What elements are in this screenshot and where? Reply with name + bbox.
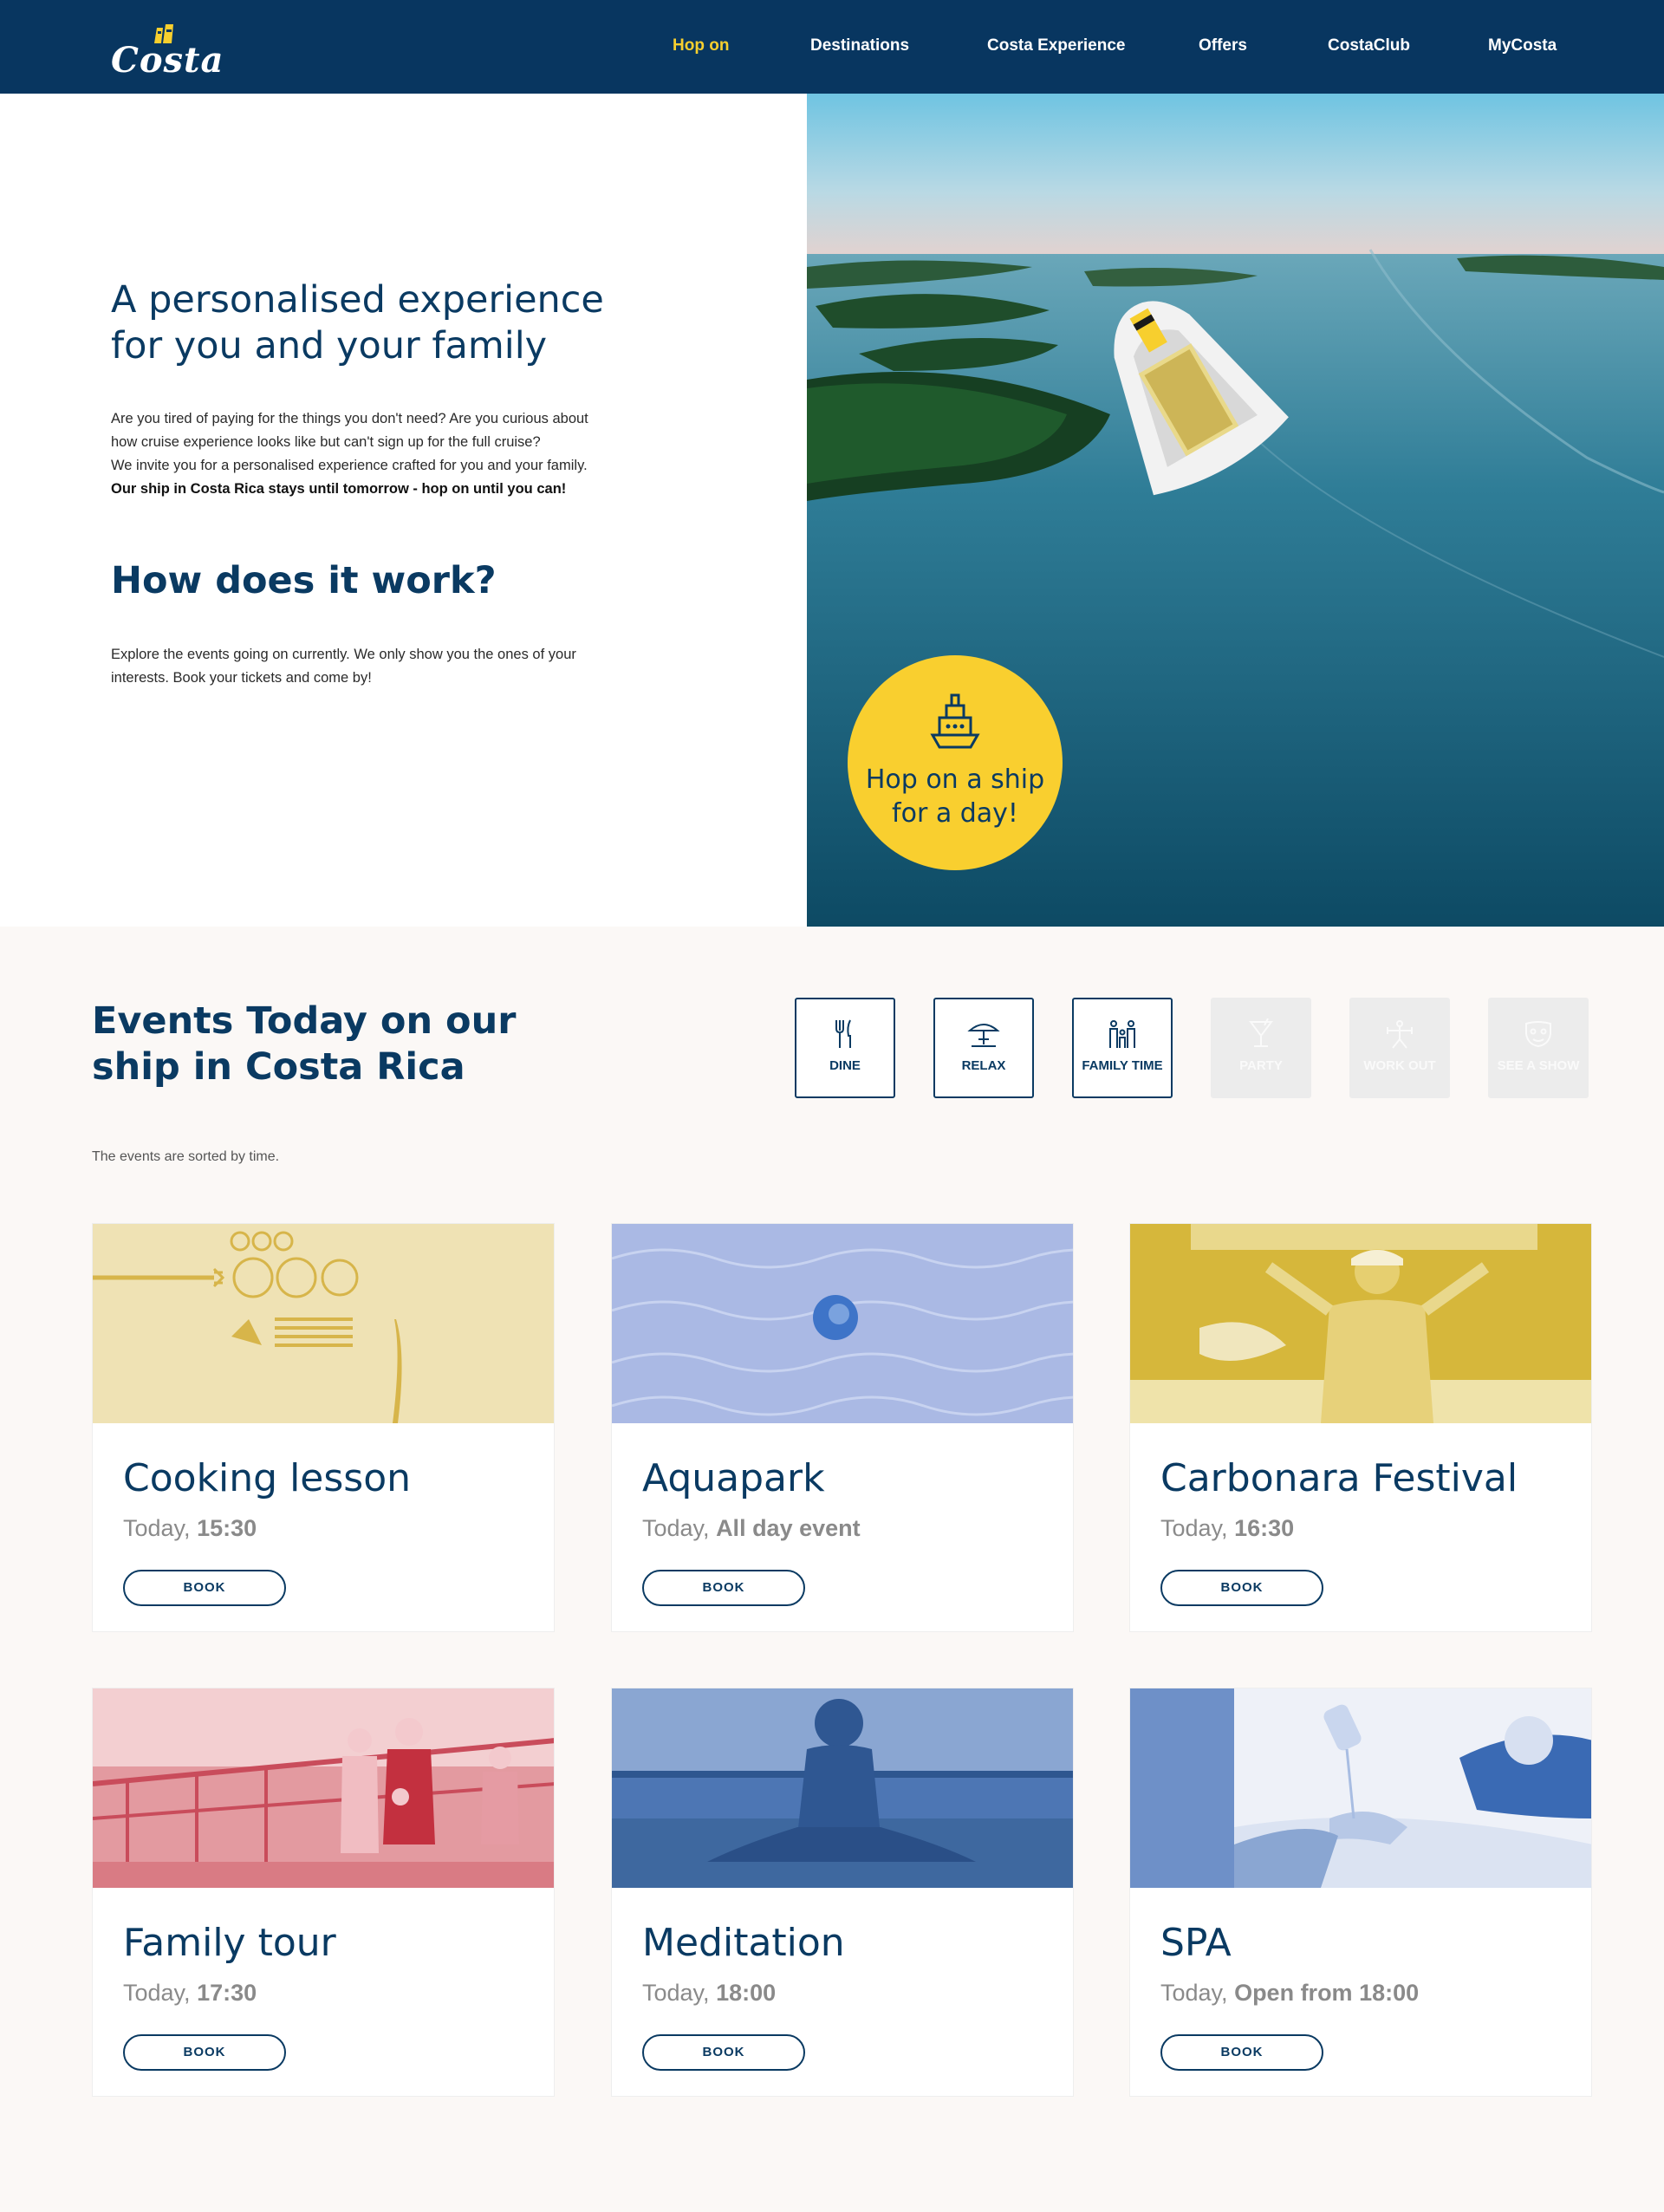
event-card-meditation: Meditation Today, 18:00 BOOK (611, 1688, 1074, 2097)
card-day: Today, (123, 1980, 198, 2006)
card-image (1130, 1224, 1591, 1423)
card-time: Today, 17:30 (123, 1980, 257, 2007)
event-card-aquapark: Aquapark Today, All day event BOOK (611, 1223, 1074, 1632)
book-button[interactable]: BOOK (642, 2034, 805, 2071)
filter-relax[interactable]: RELAX (933, 998, 1034, 1098)
book-button[interactable]: BOOK (1160, 1570, 1323, 1606)
badge-text: Hop on a ship for a day! (865, 764, 1045, 829)
event-card-spa: SPA Today, Open from 18:00 BOOK (1129, 1688, 1592, 2097)
hero-intro-bold: Our ship in Costa Rica stays until tomor… (111, 478, 631, 501)
card-time: Today, 15:30 (123, 1515, 257, 1542)
hero-intro-bold-text: Our ship in Costa Rica stays until tomor… (111, 481, 567, 497)
card-image (93, 1688, 554, 1888)
umbrella-icon (967, 1024, 1000, 1047)
book-button[interactable]: BOOK (123, 1570, 286, 1606)
nav-hop-on[interactable]: Hop on (673, 36, 729, 55)
hero-intro-line: how cruise experience looks like but can… (111, 434, 541, 450)
how-it-works-text: Explore the events going on currently. W… (111, 647, 576, 686)
hero-intro-line: Are you tired of paying for the things y… (111, 411, 588, 426)
filter-family-time[interactable]: FAMILY TIME (1072, 998, 1173, 1098)
nav-destinations[interactable]: Destinations (810, 36, 909, 55)
hop-on-badge: Hop on a ship for a day! (848, 655, 1063, 870)
hero-intro-line: We invite you for a personalised experie… (111, 458, 588, 473)
card-day: Today, (1160, 1980, 1235, 2006)
nav-costaclub[interactable]: CostaClub (1328, 36, 1410, 55)
card-image (612, 1688, 1073, 1888)
cutlery-icon (835, 1019, 851, 1048)
card-day: Today, (1160, 1515, 1235, 1541)
card-title: Family tour (123, 1921, 336, 1965)
card-hour: Open from 18:00 (1234, 1980, 1420, 2006)
filter-label: RELAX (961, 1058, 1006, 1073)
top-header: Costa Hop on Destinations Costa Experien… (0, 0, 1664, 94)
filter-party[interactable]: PARTY (1211, 998, 1311, 1098)
card-time: Today, 16:30 (1160, 1515, 1294, 1542)
card-hour: 18:00 (716, 1980, 777, 2006)
book-button[interactable]: BOOK (1160, 2034, 1323, 2071)
card-time: Today, 18:00 (642, 1980, 776, 2007)
costa-logo[interactable]: Costa (111, 19, 223, 81)
nav-mycosta[interactable]: MyCosta (1488, 36, 1557, 55)
event-card-cooking-lesson: Cooking lesson Today, 15:30 BOOK (92, 1223, 555, 1632)
sorted-note: The events are sorted by time. (92, 1149, 280, 1164)
card-day: Today, (642, 1980, 717, 2006)
events-title: Events Today on our ship in Costa Rica (92, 999, 517, 1089)
card-hour: All day event (716, 1515, 861, 1541)
filter-label: FAMILY TIME (1082, 1058, 1163, 1073)
card-image (93, 1224, 554, 1423)
hero-intro: Are you tired of paying for the things y… (111, 407, 631, 501)
logo-text: Costa (111, 40, 224, 81)
hero-text-panel (0, 94, 807, 927)
filter-dine[interactable]: DINE (795, 998, 895, 1098)
card-title: Aquapark (642, 1456, 825, 1500)
book-button[interactable]: BOOK (123, 2034, 286, 2071)
filter-work-out[interactable]: WORK OUT (1349, 998, 1450, 1098)
card-hour: 17:30 (197, 1980, 257, 2006)
family-icon (1109, 1020, 1135, 1048)
card-image (1130, 1688, 1591, 1888)
mask-icon (1525, 1021, 1551, 1048)
card-hour: 16:30 (1234, 1515, 1295, 1541)
filter-label: SEE A SHOW (1497, 1058, 1580, 1073)
how-it-works-title: How does it work? (111, 559, 497, 602)
card-title: Cooking lesson (123, 1456, 412, 1500)
filter-label: PARTY (1239, 1058, 1283, 1073)
card-time: Today, Open from 18:00 (1160, 1980, 1419, 2007)
hero-title: A personalised experience for you and yo… (111, 278, 604, 368)
card-day: Today, (642, 1515, 717, 1541)
filter-label: DINE (829, 1058, 861, 1073)
filter-label: WORK OUT (1363, 1058, 1436, 1073)
event-card-family-tour: Family tour Today, 17:30 BOOK (92, 1688, 555, 2097)
nav-costa-experience[interactable]: Costa Experience (987, 36, 1125, 55)
event-card-carbonara-festival: Carbonara Festival Today, 16:30 BOOK (1129, 1223, 1592, 1632)
nav-offers[interactable]: Offers (1199, 36, 1247, 55)
card-day: Today, (123, 1515, 198, 1541)
card-title: Carbonara Festival (1160, 1456, 1518, 1500)
card-time: Today, All day event (642, 1515, 861, 1542)
dumbbell-icon (1387, 1020, 1413, 1049)
ship-icon (930, 693, 980, 749)
filter-see-a-show[interactable]: SEE A SHOW (1488, 998, 1589, 1098)
book-button[interactable]: BOOK (642, 1570, 805, 1606)
card-title: Meditation (642, 1921, 845, 1965)
card-image (612, 1224, 1073, 1423)
cocktail-icon (1249, 1018, 1273, 1047)
card-title: SPA (1160, 1921, 1232, 1965)
card-hour: 15:30 (197, 1515, 257, 1541)
